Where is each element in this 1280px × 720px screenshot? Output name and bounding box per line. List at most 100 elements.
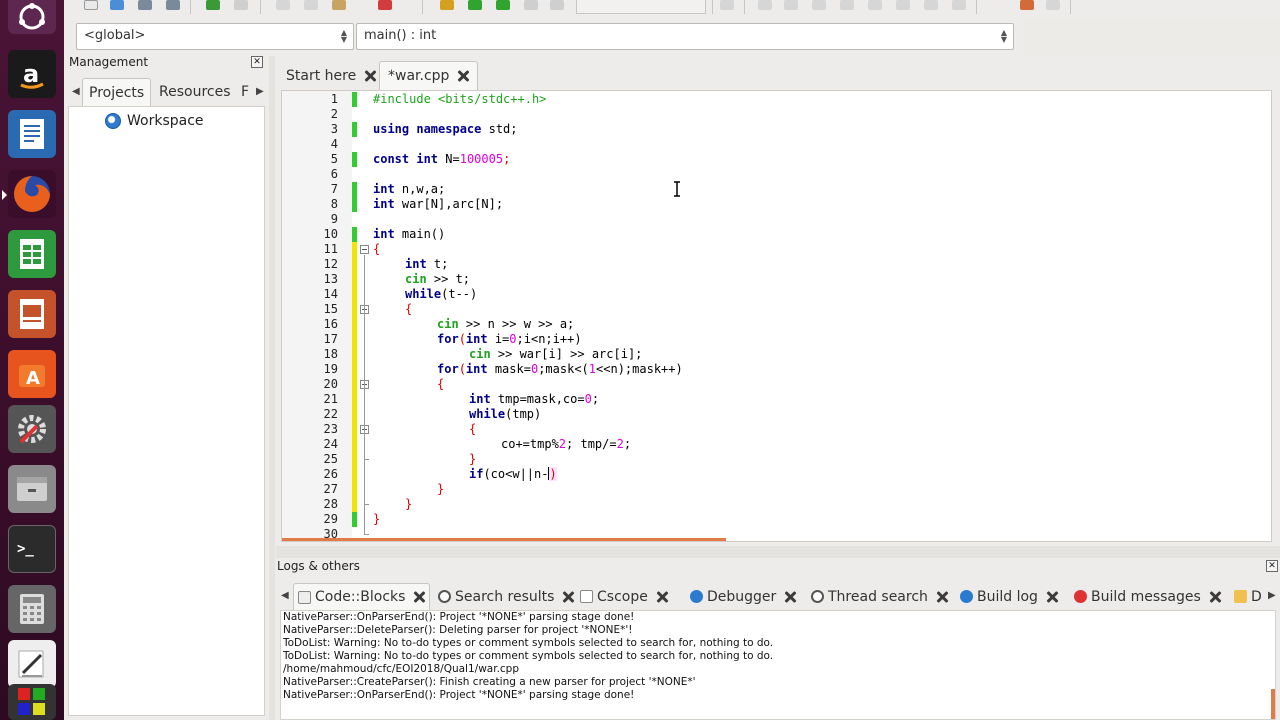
code-line: } <box>405 497 412 512</box>
code-token: main() <box>394 227 446 241</box>
debug-run-icon[interactable] <box>758 0 772 10</box>
step-over-icon[interactable] <box>784 0 798 10</box>
code-token: while <box>405 287 442 301</box>
fold-toggle-icon[interactable] <box>360 245 369 254</box>
impress-icon[interactable] <box>8 290 56 338</box>
tab-build-messages[interactable]: Build messages <box>1070 583 1225 610</box>
tab-war-cpp[interactable]: *war.cpp <box>379 61 479 90</box>
code-token: tmp=mask,co= <box>490 392 585 406</box>
close-tab-icon[interactable] <box>1046 591 1058 603</box>
open-file-icon[interactable] <box>110 0 124 10</box>
tab-files[interactable]: F <box>238 78 252 106</box>
code-token: i= <box>487 332 510 346</box>
code-line: { <box>469 422 476 437</box>
close-tab-icon[interactable] <box>413 591 425 603</box>
line-number: 18 <box>323 347 338 361</box>
save-all-icon[interactable] <box>166 0 180 10</box>
close-icon[interactable]: ✕ <box>251 56 263 68</box>
debug-windows-icon[interactable] <box>1020 0 1034 10</box>
copy-icon[interactable] <box>304 0 318 10</box>
build-icon[interactable] <box>440 0 454 10</box>
build-run-icon[interactable] <box>496 0 510 10</box>
new-file-icon[interactable] <box>84 0 98 10</box>
tab-projects[interactable]: Projects <box>82 78 152 106</box>
log-line: NativeParser::OnParserEnd(): Project '*N… <box>283 689 635 701</box>
cut-icon[interactable] <box>276 0 290 10</box>
info-icon[interactable] <box>1046 0 1060 10</box>
abort-icon[interactable] <box>550 0 564 10</box>
step-out-icon[interactable] <box>840 0 854 10</box>
calculator-icon[interactable] <box>8 585 56 633</box>
close-icon[interactable]: ✕ <box>1266 560 1278 572</box>
text-editor-icon[interactable] <box>8 640 56 688</box>
log-output[interactable]: NativeParser::OnParserEnd(): Project '*N… <box>280 610 1276 720</box>
tab-codeblocks-log[interactable]: Code::Blocks <box>293 583 431 610</box>
close-tab-icon[interactable] <box>457 70 469 82</box>
stop-debug-icon[interactable] <box>952 0 966 10</box>
line-number: 25 <box>323 452 338 466</box>
build-target-select[interactable] <box>576 0 706 14</box>
codeblocks-icon[interactable] <box>8 684 56 720</box>
ubuntu-dash-icon[interactable] <box>8 0 56 34</box>
save-icon[interactable] <box>138 0 152 10</box>
code-editor[interactable]: 1 2 3 4 5 6 7 8 9 10 11 12 13 14 15 16 17 18 19 20 21 22 23 24 2… <box>281 90 1272 542</box>
code-token: int <box>469 392 491 406</box>
fold-end-marker <box>364 459 369 460</box>
calc-icon[interactable] <box>8 230 56 278</box>
run-icon[interactable] <box>468 0 482 10</box>
redo-icon[interactable] <box>234 0 248 10</box>
close-tab-icon[interactable] <box>784 591 796 603</box>
line-number: 9 <box>330 212 338 226</box>
terminal-icon[interactable]: >_ <box>8 525 56 573</box>
panel-splitter[interactable] <box>269 56 275 720</box>
code-token: 100005 <box>459 152 504 166</box>
rebuild-icon[interactable] <box>524 0 538 10</box>
code-text[interactable]: #include <bits/stdc++.h> using namespace… <box>373 91 1271 541</box>
tab-resources[interactable]: Resources <box>153 78 237 106</box>
step-instruction-icon[interactable] <box>896 0 910 10</box>
log-scrollbar[interactable] <box>1271 689 1275 719</box>
text-cursor-icon <box>674 181 680 197</box>
tab-scroll-left-icon[interactable]: ◀ <box>72 86 80 97</box>
function-select[interactable]: main() : int ▲ ▼ <box>356 23 1014 50</box>
writer-icon[interactable] <box>8 110 56 158</box>
close-tab-icon[interactable] <box>936 591 948 603</box>
logs-title: Logs & others <box>277 559 360 573</box>
code-token: N= <box>438 152 460 166</box>
firefox-icon[interactable] <box>2 170 56 218</box>
files-icon[interactable] <box>8 465 56 513</box>
next-instruction-icon[interactable] <box>868 0 882 10</box>
amazon-icon[interactable]: a <box>8 50 56 98</box>
tab-scroll-right-icon[interactable]: ▶ <box>256 86 264 97</box>
tab-more[interactable]: D <box>1230 583 1266 610</box>
software-center-icon[interactable]: A <box>8 350 56 398</box>
tab-start-here[interactable]: Start here <box>278 61 384 90</box>
tab-scroll-right-icon[interactable]: ▶ <box>1268 590 1276 601</box>
log-line: NativeParser::DeleteParser(): Deleting p… <box>283 624 633 636</box>
tab-build-log[interactable]: Build log <box>956 583 1062 610</box>
panel-splitter[interactable] <box>276 546 1280 558</box>
code-token: { <box>437 377 445 391</box>
log-tabs: ◀ Code::Blocks Search results Cscope Deb… <box>276 580 1280 610</box>
close-tab-icon[interactable] <box>1209 591 1221 603</box>
undo-icon[interactable] <box>206 0 220 10</box>
scope-select[interactable]: <global> ▲ ▼ <box>76 23 354 50</box>
tab-cscope[interactable]: Cscope <box>576 583 672 610</box>
tab-thread-search[interactable]: Thread search <box>807 583 952 610</box>
close-tab-icon[interactable] <box>656 591 668 603</box>
build-log-icon <box>960 590 973 603</box>
tab-scroll-left-icon[interactable]: ◀ <box>281 590 289 601</box>
break-icon[interactable] <box>924 0 938 10</box>
find-icon[interactable] <box>378 0 392 10</box>
debug-icon[interactable] <box>720 0 734 10</box>
horizontal-scrollbar[interactable] <box>282 538 726 541</box>
tab-search-results[interactable]: Search results <box>434 583 578 610</box>
paste-icon[interactable] <box>332 0 346 10</box>
step-into-icon[interactable] <box>812 0 826 10</box>
workspace-item[interactable]: Workspace <box>105 113 204 129</box>
system-settings-icon[interactable] <box>8 405 56 453</box>
close-tab-icon[interactable] <box>364 70 376 82</box>
fold-margin <box>357 91 371 541</box>
tab-debugger[interactable]: Debugger <box>686 583 800 610</box>
close-tab-icon[interactable] <box>562 591 574 603</box>
